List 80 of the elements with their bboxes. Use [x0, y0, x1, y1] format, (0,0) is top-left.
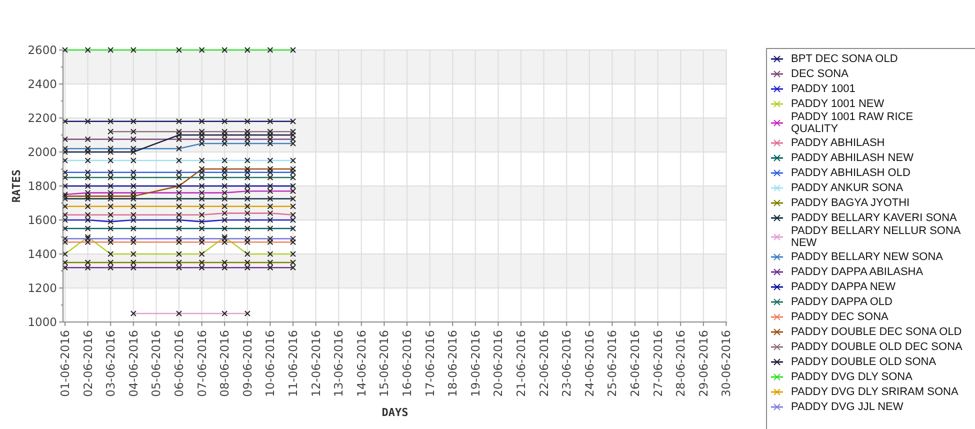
point — [222, 196, 228, 202]
x-tick-label: 03-06-2016 — [104, 330, 118, 397]
point — [290, 132, 296, 138]
x-tick-label: 18-06-2016 — [446, 330, 460, 397]
point — [176, 196, 182, 202]
legend-label: PADDY BAGYA JYOTHI — [791, 196, 911, 208]
legend-label: DEC SONA — [791, 68, 850, 80]
y-tick-label: 2000 — [28, 145, 57, 159]
legend-label: PADDY DVG DLY SONA — [791, 370, 914, 382]
y-tick-label: 2400 — [28, 77, 57, 91]
legend-label: PADDY 1001 NEW — [791, 98, 886, 110]
x-tick-label: 28-06-2016 — [674, 330, 688, 397]
point — [222, 132, 228, 138]
x-tick-label: 24-06-2016 — [582, 330, 596, 397]
x-tick-label: 30-06-2016 — [719, 330, 734, 397]
point — [108, 149, 114, 155]
x-tick-label: 13-06-2016 — [332, 330, 346, 397]
x-tick-label: 09-06-2016 — [240, 330, 254, 397]
x-tick-label: 16-06-2016 — [400, 330, 414, 397]
legend-label: PADDY DOUBLE OLD SONA — [791, 356, 938, 368]
y-tick-label: 1400 — [28, 247, 57, 261]
x-tick-label: 02-06-2016 — [80, 330, 95, 397]
y-tick-label: 1800 — [28, 179, 57, 193]
x-tick-label: 26-06-2016 — [628, 330, 642, 397]
y-tick-label: 1600 — [28, 213, 57, 227]
legend-label: BPT DEC SONA OLD — [791, 52, 899, 64]
x-tick-label: 19-06-2016 — [468, 330, 482, 397]
point — [130, 149, 136, 155]
point — [290, 196, 296, 202]
x-tick-label: 05-06-2016 — [149, 330, 164, 397]
x-tick-label: 01-06-2016 — [58, 330, 72, 397]
point — [84, 149, 91, 155]
x-tick-label: 11-06-2016 — [286, 330, 300, 397]
x-tick-label: 15-06-2016 — [377, 330, 392, 397]
y-tick-label: 2600 — [28, 43, 57, 57]
y-tick-label: 2200 — [28, 111, 57, 125]
x-tick-label: 10-06-2016 — [263, 330, 278, 397]
legend-label: PADDY DOUBLE DEC SONA OLD — [791, 326, 963, 338]
point — [244, 196, 250, 202]
legend-label: PADDY DAPPA ABILASHA — [791, 266, 924, 278]
x-tick-label: 12-06-2016 — [308, 330, 323, 397]
legend-label: PADDY BELLARY KAVERI SONA — [791, 212, 958, 224]
legend-label: PADDY DVG DLY SRIRAM SONA — [791, 386, 960, 398]
y-tick-label: 1000 — [28, 315, 57, 329]
legend-label: PADDY ABHILASH OLD — [791, 166, 912, 178]
point — [198, 196, 205, 202]
legend-label: PADDY BELLARY NEW SONA — [791, 250, 944, 262]
x-tick-label: 21-06-2016 — [514, 330, 528, 397]
point — [267, 196, 274, 202]
legend-label: PADDY ANKUR SONA — [791, 182, 904, 194]
legend-label: PADDY DEC SONA — [791, 310, 890, 322]
x-tick-label: 08-06-2016 — [218, 330, 232, 397]
x-tick-label: 20-06-2016 — [491, 330, 506, 397]
y-tick-label: 1200 — [28, 281, 57, 295]
point — [198, 132, 205, 138]
legend-label: PADDY ABHILASH — [791, 136, 886, 148]
point — [176, 132, 182, 138]
point — [267, 132, 274, 138]
x-tick-label: 29-06-2016 — [696, 330, 710, 397]
legend-label: PADDY DVG JJL NEW — [791, 400, 904, 412]
x-tick-label: 25-06-2016 — [605, 330, 620, 397]
x-axis-title: DAYS — [382, 406, 408, 419]
legend-label: PADDY BELLARY NELLUR SONA NEW — [791, 225, 962, 249]
legend-label: PADDY DAPPA NEW — [791, 280, 897, 292]
x-tick-label: 17-06-2016 — [422, 330, 437, 397]
legend-label: PADDY ABHILASH NEW — [791, 152, 914, 164]
x-tick-label: 14-06-2016 — [354, 330, 368, 397]
legend-label: PADDY 1001 RAW RICE QUALITY — [791, 111, 914, 135]
legend-label: PADDY 1001 — [791, 82, 856, 94]
x-tick-label: 04-06-2016 — [126, 330, 140, 397]
x-tick-label: 06-06-2016 — [172, 330, 186, 397]
legend-label: PADDY DAPPA OLD — [791, 296, 894, 308]
x-tick-label: 23-06-2016 — [560, 330, 574, 397]
x-tick-label: 22-06-2016 — [536, 330, 551, 397]
point — [130, 196, 136, 202]
x-tick-label: 27-06-2016 — [650, 330, 665, 397]
x-tick-label: 07-06-2016 — [194, 330, 209, 397]
legend-label: PADDY DOUBLE OLD DEC SONA — [791, 340, 963, 352]
y-axis-title: RATES — [10, 169, 23, 203]
point — [244, 132, 250, 138]
